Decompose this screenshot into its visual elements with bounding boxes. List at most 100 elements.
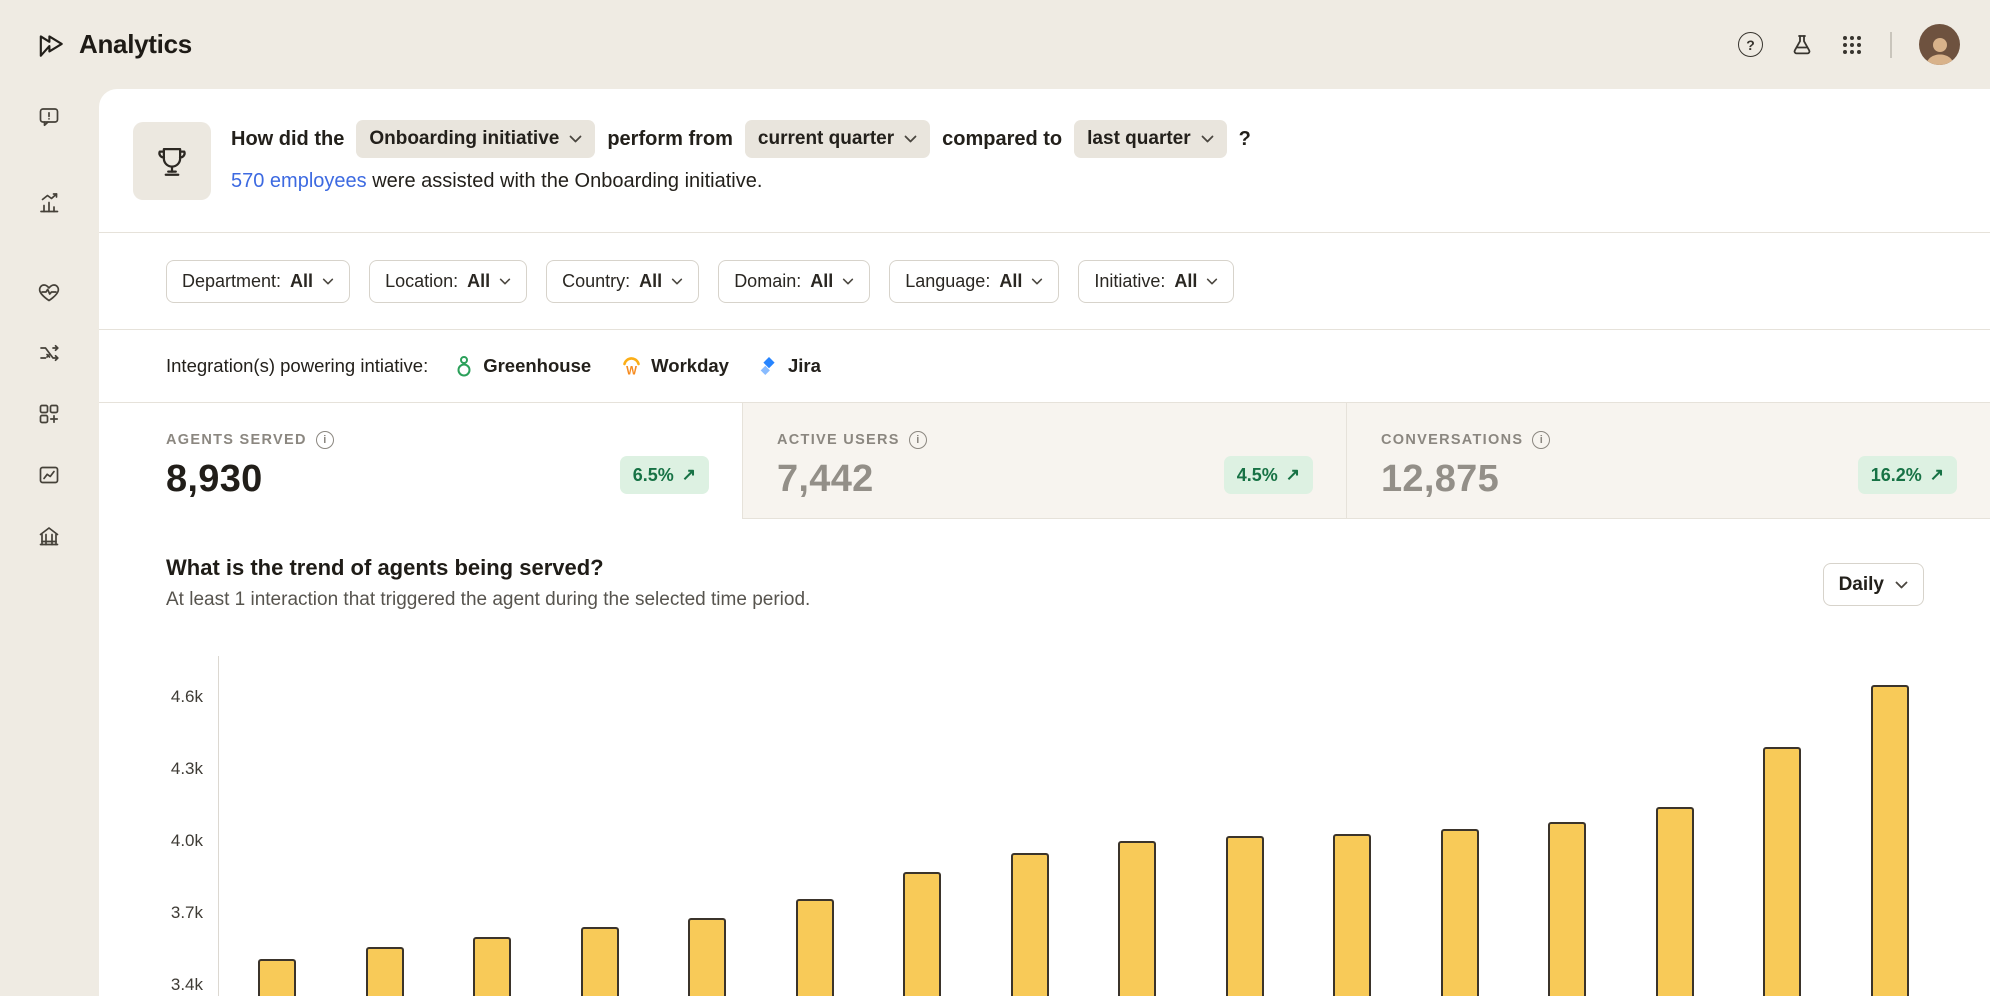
building-icon (37, 524, 61, 548)
svg-text:W: W (626, 365, 637, 377)
trend-title: What is the trend of agents being served… (166, 554, 810, 582)
apps-grid-button[interactable] (1841, 34, 1863, 56)
trend-up-arrow-icon: ↗ (1286, 465, 1300, 485)
trend-bar[interactable] (796, 899, 834, 996)
filter-department[interactable]: Department:All (166, 260, 350, 303)
filter-language[interactable]: Language:All (889, 260, 1059, 303)
question-between: perform from (607, 128, 733, 151)
trend-header: What is the trend of agents being served… (166, 554, 810, 611)
chevron-down-icon (1895, 581, 1908, 589)
trend-up-arrow-icon: ↗ (682, 465, 696, 485)
delta-value: 6.5% (633, 465, 674, 486)
stat-label: CONVERSATIONS (1381, 432, 1523, 448)
trend-bar[interactable] (1011, 853, 1049, 996)
compare-period-dropdown[interactable]: last quarter (1074, 120, 1226, 158)
info-icon[interactable]: i (909, 431, 927, 449)
filter-domain[interactable]: Domain: All (718, 260, 870, 303)
initiative-dropdown[interactable]: Onboarding initiative (356, 120, 595, 158)
trend-chart: 4.6k4.3k4.0k3.7k3.4k (99, 640, 1990, 996)
filter-initiative[interactable]: Initiative:All (1078, 260, 1234, 303)
trend-bar[interactable] (1548, 822, 1586, 996)
chevron-down-icon (569, 135, 582, 143)
app-logo: Analytics (36, 29, 192, 60)
filter-value: All (810, 271, 833, 292)
chart-frame-icon (37, 463, 61, 487)
filter-value: All (639, 271, 662, 292)
filter-label: Country: (562, 271, 630, 292)
question-prefix: How did the (231, 128, 344, 151)
y-axis-tick-label: 4.0k (99, 830, 203, 852)
sidebar-item-organization[interactable] (29, 516, 69, 556)
help-icon: ? (1738, 32, 1763, 57)
chevron-down-icon (1201, 135, 1214, 143)
initiative-dropdown-value: Onboarding initiative (369, 128, 559, 150)
help-button[interactable]: ? (1738, 32, 1763, 57)
sidebar-item-feedback[interactable] (29, 97, 69, 137)
avatar[interactable] (1919, 24, 1960, 65)
chevron-down-icon (842, 278, 854, 285)
sidebar-item-health[interactable] (29, 272, 69, 312)
stat-card-active-users[interactable]: ACTIVE USERS i 7,442 4.5% ↗ (742, 403, 1346, 519)
stat-label: AGENTS SERVED (166, 432, 307, 448)
employees-link[interactable]: 570 employees (231, 170, 367, 192)
sidebar-item-report[interactable] (29, 455, 69, 495)
insight-answer: 570 employees were assisted with the Onb… (231, 170, 762, 193)
chevron-down-icon (904, 135, 917, 143)
filter-label: Language: (905, 271, 990, 292)
y-axis-tick-label: 3.7k (99, 902, 203, 924)
trend-bar[interactable] (366, 947, 404, 996)
delta-value: 4.5% (1237, 465, 1278, 486)
question-compare-label: compared to (942, 128, 1062, 151)
left-sidebar (0, 89, 99, 996)
trend-bar[interactable] (903, 872, 941, 996)
filter-country[interactable]: Country: All (546, 260, 699, 303)
trend-bar[interactable] (1441, 829, 1479, 996)
chevron-down-icon (499, 278, 511, 285)
stats-row: AGENTS SERVED i 8,930 6.5% ↗ ACTIVE USER… (99, 402, 1990, 519)
filter-location[interactable]: Location:All (369, 260, 527, 303)
sidebar-item-analytics[interactable] (29, 183, 69, 223)
trend-subtitle: At least 1 interaction that triggered th… (166, 589, 810, 611)
grid-plus-icon (37, 402, 61, 426)
filter-label: Domain: (734, 271, 801, 292)
info-icon[interactable]: i (1532, 431, 1550, 449)
trend-bar[interactable] (1333, 834, 1371, 996)
main-content: How did the Onboarding initiative perfor… (99, 89, 1990, 996)
integrations-label: Integration(s) powering intiative: (166, 355, 428, 377)
trend-bar[interactable] (1763, 747, 1801, 996)
question-mark: ? (1239, 128, 1251, 151)
y-axis-line (218, 656, 219, 996)
filter-label: Location: (385, 271, 458, 292)
integration-name: Greenhouse (483, 355, 591, 377)
labs-button[interactable] (1790, 33, 1814, 57)
trend-bar[interactable] (1226, 836, 1264, 996)
stat-card-conversations[interactable]: CONVERSATIONS i 12,875 16.2% ↗ (1346, 403, 1990, 519)
granularity-dropdown[interactable]: Daily (1823, 563, 1924, 606)
answer-text: were assisted with the Onboarding initia… (367, 170, 763, 192)
trend-bar[interactable] (473, 937, 511, 996)
flask-icon (1790, 33, 1814, 57)
sidebar-item-apps[interactable] (29, 394, 69, 434)
stat-card-agents-served[interactable]: AGENTS SERVED i 8,930 6.5% ↗ (99, 403, 742, 519)
trend-bar[interactable] (581, 927, 619, 996)
trend-bar[interactable] (1656, 807, 1694, 996)
trend-up-arrow-icon: ↗ (1930, 465, 1944, 485)
delta-badge: 6.5% ↗ (620, 456, 709, 494)
page-title: Analytics (79, 29, 192, 60)
info-icon[interactable]: i (316, 431, 334, 449)
period-dropdown[interactable]: current quarter (745, 120, 930, 158)
integration-jira: Jira (759, 355, 821, 377)
trend-bar[interactable] (258, 959, 296, 996)
sidebar-item-workflow[interactable] (29, 333, 69, 373)
trophy-illustration (133, 122, 211, 200)
y-axis-tick-label: 4.3k (99, 758, 203, 780)
integration-workday: W Workday (621, 355, 729, 377)
trend-bar[interactable] (1118, 841, 1156, 996)
trend-bar[interactable] (1871, 685, 1909, 996)
granularity-value: Daily (1839, 574, 1884, 596)
app-logo-icon (36, 30, 66, 60)
y-axis-tick-label: 3.4k (99, 974, 203, 996)
delta-badge: 4.5% ↗ (1224, 456, 1313, 494)
period-dropdown-value: current quarter (758, 128, 894, 150)
trend-bar[interactable] (688, 918, 726, 996)
